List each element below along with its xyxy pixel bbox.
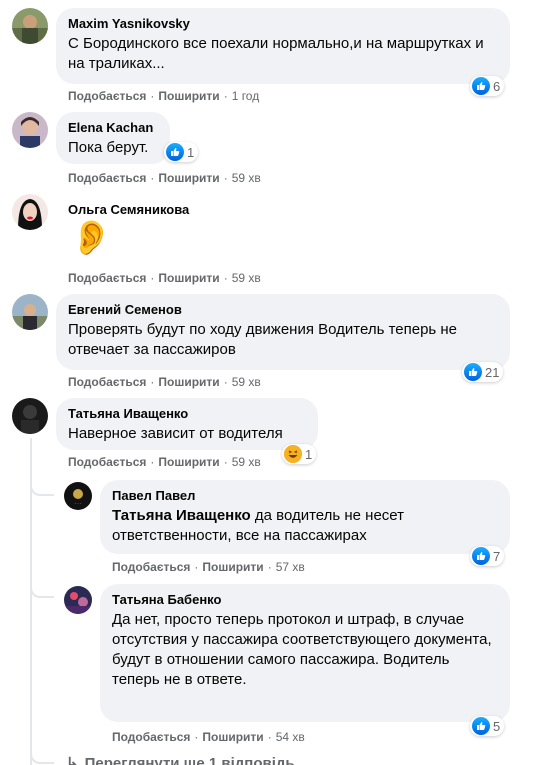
- like-button[interactable]: Подобається: [68, 89, 146, 103]
- avatar[interactable]: [12, 294, 48, 330]
- like-icon: [472, 547, 490, 565]
- comment-actions: Подобається · Поширити · 59 хв: [68, 455, 261, 469]
- reply-text: Да нет, просто теперь протокол и штраф, …: [112, 611, 492, 688]
- reaction-number: 5: [493, 718, 501, 734]
- reaction-number: 21: [485, 364, 500, 380]
- mention-link[interactable]: Татьяна Иващенко: [112, 507, 251, 524]
- haha-icon: [284, 445, 302, 463]
- reply-bubble: Татьяна Бабенко Да нет, просто теперь пр…: [100, 584, 510, 722]
- reaction-number: 1: [305, 446, 313, 462]
- share-button[interactable]: Поширити: [202, 560, 263, 574]
- timestamp[interactable]: 59 хв: [232, 455, 261, 469]
- reaction-number: 6: [493, 78, 501, 94]
- avatar[interactable]: [12, 112, 48, 148]
- reply-branch: [30, 438, 54, 496]
- comment-author-block: Ольга Семяникова: [68, 202, 368, 218]
- timestamp[interactable]: 59 хв: [232, 375, 261, 389]
- share-button[interactable]: Поширити: [158, 271, 219, 285]
- comment-actions: Подобається · Поширити · 59 хв: [68, 171, 261, 185]
- reaction-count[interactable]: 21: [462, 362, 504, 382]
- reply-author[interactable]: Татьяна Бабенко: [112, 592, 498, 608]
- reaction-count[interactable]: 7: [470, 546, 505, 566]
- timestamp[interactable]: 59 хв: [232, 171, 261, 185]
- comment-author[interactable]: Maxim Yasnikovsky: [68, 16, 498, 32]
- view-more-replies-label: Переглянути ще 1 відповідь: [84, 755, 295, 765]
- reaction-count[interactable]: 1: [164, 142, 199, 162]
- share-button[interactable]: Поширити: [158, 375, 219, 389]
- comment-bubble: Евгений Семенов Проверять будут по ходу …: [56, 294, 510, 370]
- like-button[interactable]: Подобається: [68, 171, 146, 185]
- comment-text: Пока берут.: [68, 139, 149, 156]
- comment-text: С Бородинского все поехали нормально,и н…: [68, 35, 484, 72]
- reaction-count[interactable]: 6: [470, 76, 505, 96]
- avatar[interactable]: [12, 398, 48, 434]
- comment-author[interactable]: Евгений Семенов: [68, 302, 498, 318]
- share-button[interactable]: Поширити: [158, 455, 219, 469]
- like-button[interactable]: Подобається: [68, 375, 146, 389]
- timestamp[interactable]: 54 хв: [276, 730, 305, 744]
- like-button[interactable]: Подобається: [68, 271, 146, 285]
- avatar[interactable]: [64, 586, 92, 614]
- comment-author[interactable]: Ольга Семяникова: [68, 202, 368, 218]
- reply-bubble: Павел Павел Татьяна Иващенко да водитель…: [100, 480, 510, 554]
- comment-actions: Подобається · Поширити · 59 хв: [68, 271, 261, 285]
- avatar[interactable]: [12, 194, 48, 230]
- comment-text: Проверять будут по ходу движения Водител…: [68, 321, 458, 358]
- share-button[interactable]: Поширити: [202, 730, 263, 744]
- comment-bubble: Татьяна Иващенко Наверное зависит от вод…: [56, 398, 318, 450]
- svg-text:- - -: - - -: [75, 501, 82, 506]
- ear-emoji: 👂: [70, 219, 113, 257]
- comment-author[interactable]: Татьяна Иващенко: [68, 406, 306, 422]
- timestamp[interactable]: 59 хв: [232, 271, 261, 285]
- avatar[interactable]: [12, 8, 48, 44]
- share-button[interactable]: Поширити: [158, 89, 219, 103]
- share-button[interactable]: Поширити: [158, 171, 219, 185]
- comment-actions: Подобається · Поширити · 1 год: [68, 89, 260, 103]
- like-button[interactable]: Подобається: [112, 560, 190, 574]
- like-icon: [472, 77, 490, 95]
- comment-text: Наверное зависит от водителя: [68, 425, 283, 442]
- reply-actions: Подобається · Поширити · 54 хв: [112, 730, 305, 744]
- avatar[interactable]: - - -: [64, 482, 92, 510]
- reply-branch: [30, 600, 54, 764]
- reaction-number: 7: [493, 548, 501, 564]
- timestamp[interactable]: 1 год: [232, 89, 260, 103]
- reaction-count[interactable]: 5: [470, 716, 505, 736]
- reply-arrow-icon: ↳: [66, 755, 79, 765]
- reaction-count[interactable]: 1: [282, 444, 317, 464]
- reaction-number: 1: [187, 144, 195, 160]
- like-icon: [464, 363, 482, 381]
- view-more-replies[interactable]: ↳ Переглянути ще 1 відповідь: [66, 754, 295, 765]
- comment-bubble: Elena Kachan Пока берут.: [56, 112, 170, 164]
- timestamp[interactable]: 57 хв: [276, 560, 305, 574]
- like-icon: [472, 717, 490, 735]
- reply-actions: Подобається · Поширити · 57 хв: [112, 560, 305, 574]
- reply-text: Татьяна Иващенко да водитель не несет от…: [112, 506, 498, 546]
- like-button[interactable]: Подобається: [112, 730, 190, 744]
- comment-actions: Подобається · Поширити · 59 хв: [68, 375, 261, 389]
- like-icon: [166, 143, 184, 161]
- comment-author[interactable]: Elena Kachan: [68, 120, 158, 136]
- like-button[interactable]: Подобається: [68, 455, 146, 469]
- comment-bubble: Maxim Yasnikovsky С Бородинского все пое…: [56, 8, 510, 84]
- reply-author[interactable]: Павел Павел: [112, 488, 498, 504]
- reply-branch: [30, 496, 54, 598]
